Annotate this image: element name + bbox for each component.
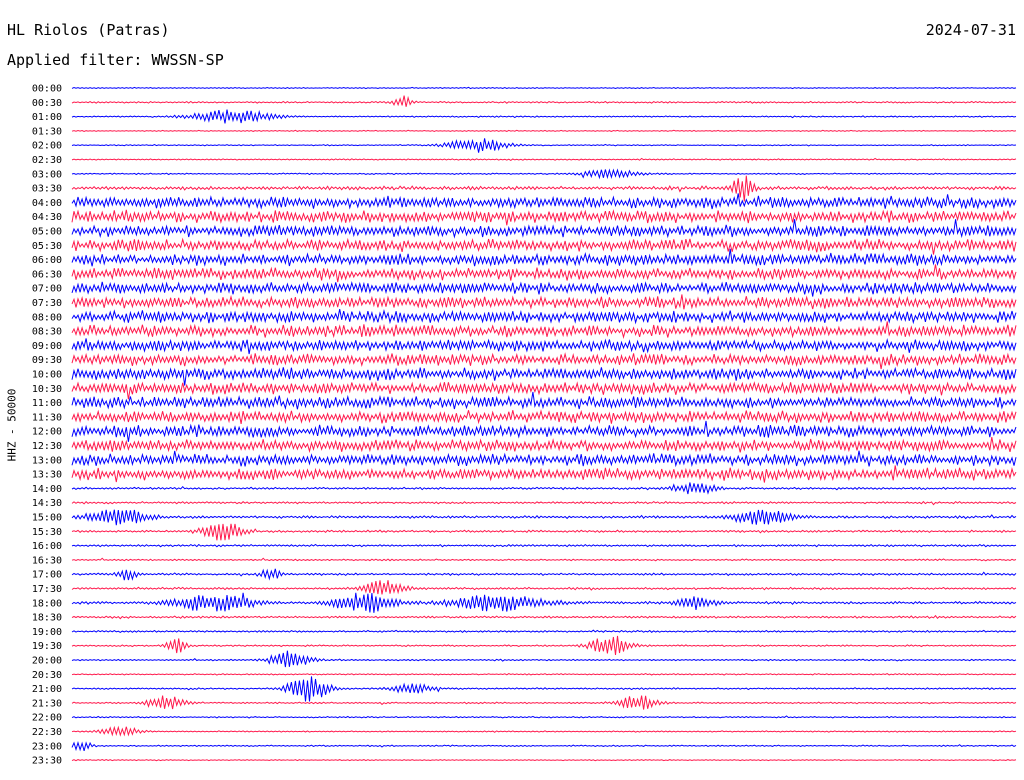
trace-row — [71, 465, 1017, 483]
trace-row — [71, 264, 1017, 283]
helicorder-plot: 00:00 00:30 01:00 01:30 02:00 02:30 03:00 03:30… — [32, 84, 1017, 767]
trace-row — [71, 248, 1017, 267]
trace-row — [71, 366, 1017, 386]
trace-row — [71, 673, 1017, 676]
time-label: 01:30 — [32, 126, 62, 137]
time-label: 21:00 — [32, 684, 62, 695]
time-label: 13:00 — [32, 455, 62, 466]
trace-row — [71, 409, 1017, 425]
time-label: 03:00 — [32, 169, 62, 180]
trace-row — [71, 758, 1017, 762]
time-label: 15:00 — [32, 513, 62, 524]
time-label: 02:00 — [32, 141, 62, 152]
time-label: 07:00 — [32, 284, 62, 295]
trace-row — [71, 294, 1017, 310]
trace-row — [71, 420, 1017, 442]
trace-row — [71, 209, 1017, 226]
time-label: 09:00 — [32, 341, 62, 352]
time-label: 03:30 — [32, 184, 62, 195]
time-label: 12:30 — [32, 441, 62, 452]
trace-row — [71, 523, 1017, 541]
time-label: 11:30 — [32, 412, 62, 423]
time-label: 18:00 — [32, 598, 62, 609]
trace-row — [71, 157, 1017, 161]
time-label: 15:30 — [32, 527, 62, 538]
trace-row — [71, 309, 1017, 325]
trace-row — [71, 168, 1017, 180]
time-label: 14:00 — [32, 484, 62, 495]
time-label: 14:30 — [32, 498, 62, 509]
trace-row — [71, 129, 1017, 133]
time-label: 10:30 — [32, 384, 62, 395]
trace-row — [71, 381, 1017, 400]
time-label: 12:00 — [32, 427, 62, 438]
trace-row — [71, 614, 1017, 620]
trace-row — [71, 352, 1017, 370]
trace-row — [71, 482, 1017, 495]
time-label: 19:30 — [32, 641, 62, 652]
trace-row — [71, 676, 1017, 702]
trace-row — [71, 629, 1017, 634]
trace-row — [71, 635, 1017, 655]
time-label: 17:30 — [32, 584, 62, 595]
time-label: 21:30 — [32, 698, 62, 709]
time-label: 18:30 — [32, 613, 62, 624]
time-label: 20:00 — [32, 656, 62, 667]
time-label: 07:30 — [32, 298, 62, 309]
trace-row — [71, 237, 1017, 255]
trace-row — [71, 695, 1017, 710]
time-label: 22:00 — [32, 713, 62, 724]
trace-row — [71, 138, 1017, 153]
time-label: 17:00 — [32, 570, 62, 581]
trace-row — [71, 338, 1017, 355]
trace-row — [71, 557, 1017, 562]
trace-row — [71, 321, 1017, 340]
time-label: 05:00 — [32, 227, 62, 238]
time-label: 16:00 — [32, 541, 62, 552]
trace-row — [71, 437, 1017, 454]
time-label: 19:00 — [32, 627, 62, 638]
trace-row — [71, 219, 1017, 239]
time-label: 13:30 — [32, 470, 62, 481]
trace-row — [71, 109, 1017, 124]
trace-row — [71, 450, 1017, 468]
trace-row — [71, 725, 1017, 737]
trace-row — [71, 568, 1017, 581]
trace-row — [71, 281, 1017, 297]
time-label: 04:00 — [32, 198, 62, 209]
time-label: 11:00 — [32, 398, 62, 409]
time-label: 22:30 — [32, 727, 62, 738]
trace-row — [71, 580, 1017, 595]
time-label: 08:00 — [32, 312, 62, 323]
time-label: 10:00 — [32, 370, 62, 381]
trace-row — [71, 86, 1017, 90]
time-label: 09:30 — [32, 355, 62, 366]
time-label: 05:30 — [32, 241, 62, 252]
time-label: 23:00 — [32, 741, 62, 752]
trace-row — [71, 740, 1017, 752]
trace-row — [71, 509, 1017, 526]
trace-row — [71, 500, 1017, 506]
time-label: 01:00 — [32, 112, 62, 123]
trace-row — [71, 650, 1017, 668]
time-label: 00:30 — [32, 98, 62, 109]
trace-row — [71, 543, 1017, 548]
trace-row — [71, 95, 1017, 107]
time-label: 02:30 — [32, 155, 62, 166]
trace-row — [71, 592, 1017, 613]
time-label: 06:30 — [32, 269, 62, 280]
trace-row — [71, 175, 1017, 202]
trace-row — [71, 193, 1017, 210]
trace-row — [71, 391, 1017, 410]
time-label: 06:00 — [32, 255, 62, 266]
time-label: 08:30 — [32, 327, 62, 338]
time-label: 04:30 — [32, 212, 62, 223]
time-label: 20:30 — [32, 670, 62, 681]
time-label: 16:30 — [32, 555, 62, 566]
time-label: 23:30 — [32, 756, 62, 767]
trace-row — [71, 715, 1017, 719]
time-label: 00:00 — [32, 84, 62, 95]
